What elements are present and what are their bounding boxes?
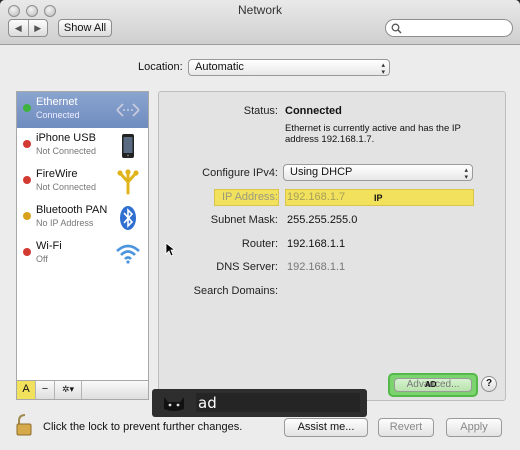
configure-ipv4-value: Using DHCP <box>290 166 353 178</box>
service-list[interactable]: Ethernet Connected iPhone USB Not Connec… <box>16 91 149 381</box>
help-button[interactable]: ? <box>481 376 497 392</box>
router-value: 192.168.1.1 <box>287 238 346 250</box>
service-item-firewire[interactable]: FireWire Not Connected <box>17 164 148 200</box>
status-description-line-1: Ethernet is currently active and has the… <box>285 123 461 134</box>
status-dot <box>23 212 31 220</box>
service-name: FireWire <box>36 168 78 180</box>
popup-arrows-icon: ▴ ▾ <box>381 62 385 76</box>
status-dot <box>23 104 31 112</box>
ip-address-value: 192.168.1.7 <box>287 191 346 203</box>
configure-ipv4-label: Configure IPv4: <box>202 167 278 179</box>
service-status: Connected <box>36 110 80 120</box>
navigation-segment: ◀ ▶ <box>8 19 48 37</box>
service-item-iphone-usb[interactable]: iPhone USB Not Connected <box>17 128 148 164</box>
firewire-icon <box>117 169 139 195</box>
remove-service-button[interactable]: − <box>36 381 55 399</box>
service-name: iPhone USB <box>36 132 96 144</box>
iphone-icon <box>122 134 134 158</box>
service-name: Wi-Fi <box>36 240 62 252</box>
location-label: Location: <box>138 61 183 73</box>
service-item-bluetooth-pan[interactable]: Bluetooth PAN No IP Address <box>17 200 148 236</box>
bluetooth-icon <box>120 206 136 230</box>
window-title: Network <box>237 3 282 17</box>
service-status: Not Connected <box>36 182 97 192</box>
status-dot <box>23 140 31 148</box>
advanced-marker-label: AD <box>425 380 437 389</box>
lock-message: Click the lock to prevent further change… <box>43 421 243 433</box>
assist-me-button[interactable]: Assist me... <box>284 418 368 437</box>
service-item-wifi[interactable]: Wi-Fi Off <box>17 236 148 272</box>
action-menu-button[interactable]: ✲▾ <box>55 381 82 399</box>
search-icon <box>391 23 402 34</box>
caption-text: ad <box>198 394 217 412</box>
location-value: Automatic <box>195 61 244 73</box>
status-dot <box>23 248 31 256</box>
wifi-icon <box>116 244 140 264</box>
ip-address-label: IP Address: <box>221 191 278 203</box>
service-list-buttons: A − ✲▾ <box>16 381 149 400</box>
revert-button[interactable]: Revert <box>378 418 434 437</box>
caption-bar <box>196 393 360 412</box>
status-value: Connected <box>285 105 342 117</box>
network-preferences-window: Network ◀ ▶ Show All Location: Automatic… <box>0 0 520 450</box>
service-name: Bluetooth PAN <box>36 204 108 216</box>
ip-marker-label: IP <box>374 193 383 203</box>
configure-ipv4-popup[interactable]: Using DHCP ▴ ▾ <box>283 164 473 181</box>
forward-button[interactable]: ▶ <box>29 20 48 36</box>
add-service-button[interactable]: A <box>17 381 36 399</box>
service-status: No IP Address <box>36 218 94 228</box>
service-status: Off <box>36 254 48 264</box>
service-item-ethernet[interactable]: Ethernet Connected <box>17 92 148 128</box>
subnet-mask-label: Subnet Mask: <box>210 214 278 226</box>
ethernet-icon <box>116 103 140 117</box>
search-field[interactable] <box>385 19 513 37</box>
dns-server-label: DNS Server: <box>216 261 278 273</box>
caption-overlay: ad <box>152 389 367 417</box>
location-popup[interactable]: Automatic ▴ ▾ <box>188 59 390 76</box>
popup-arrows-icon: ▴ ▾ <box>464 167 468 181</box>
apply-button[interactable]: Apply <box>446 418 502 437</box>
status-dot <box>23 176 31 184</box>
mouse-cursor-icon <box>165 242 175 257</box>
back-button[interactable]: ◀ <box>9 20 29 36</box>
subnet-mask-value: 255.255.255.0 <box>287 214 358 226</box>
service-status: Not Connected <box>36 146 97 156</box>
show-all-button[interactable]: Show All <box>58 19 112 37</box>
search-domains-label: Search Domains: <box>193 285 278 297</box>
status-description-line-2: address 192.168.1.7. <box>285 134 375 145</box>
router-label: Router: <box>241 238 278 250</box>
title-bar: Network ◀ ▶ Show All <box>0 0 520 45</box>
cat-icon <box>164 397 184 411</box>
service-name: Ethernet <box>36 96 78 108</box>
dns-server-value: 192.168.1.1 <box>287 261 346 273</box>
status-label: Status: <box>243 105 278 117</box>
lock-icon[interactable] <box>15 414 35 436</box>
